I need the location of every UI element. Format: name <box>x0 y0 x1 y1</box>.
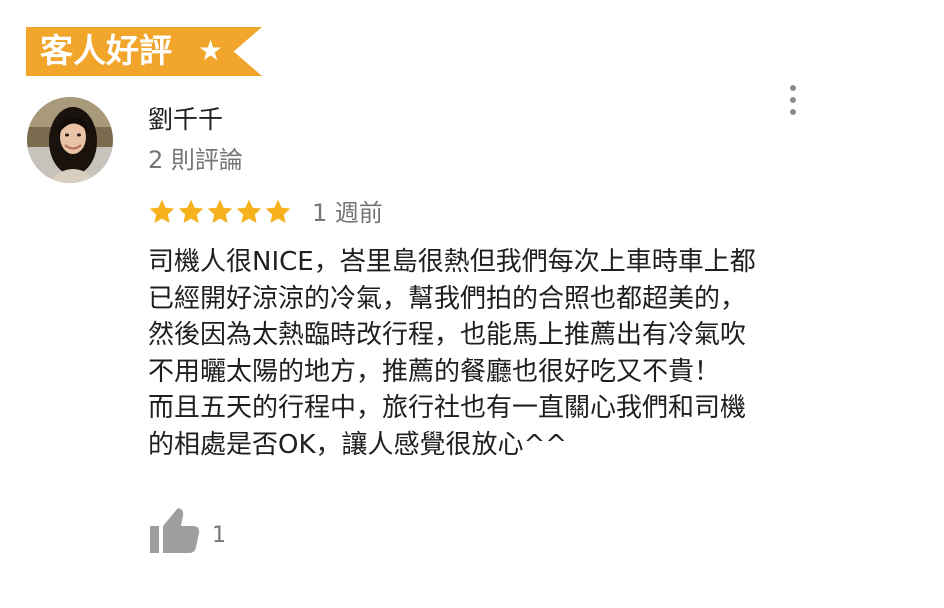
author-review-count: 2 則評論 <box>148 146 243 174</box>
review-text-line: 已經開好涼涼的冷氣，幫我們拍的合照也都超美的， <box>148 283 747 314</box>
review-text-line: 的相處是否OK，讓人感覺很放心^^ <box>148 429 568 460</box>
review-text-line: 司機人很NICE，峇里島很熱但我們每次上車時車上都 <box>148 247 756 277</box>
review-text-line: 然後因為太熱臨時改行程，也能馬上推薦出有冷氣吹 <box>148 320 747 350</box>
star-icon <box>149 199 175 223</box>
thumbs-up-icon <box>150 508 200 553</box>
like-button[interactable] <box>148 506 200 558</box>
star-icon: ★ <box>198 34 224 67</box>
star-icon <box>207 199 233 223</box>
more-vert-dot <box>790 109 796 115</box>
like-count: 1 <box>212 523 226 548</box>
reviews-banner: 客人好評 ★ <box>26 27 262 76</box>
avatar-photo <box>27 97 113 183</box>
banner-title: 客人好評 <box>40 31 172 70</box>
star-icon <box>265 199 291 223</box>
more-vert-dot <box>790 97 796 103</box>
more-vert-icon <box>790 85 796 91</box>
more-options-button[interactable] <box>780 80 806 120</box>
avatar[interactable] <box>27 97 113 183</box>
review-text-line: 不用曬太陽的地方，推薦的餐廳也很好吃又不貴！ <box>148 356 721 387</box>
author-name[interactable]: 劉千千 <box>148 105 223 135</box>
star-rating <box>148 197 292 231</box>
review-time: 1 週前 <box>312 199 383 227</box>
star-icon <box>178 199 204 223</box>
review-text: 司機人很NICE，峇里島很熱但我們每次上車時車上都 已經開好涼涼的冷氣，幫我們拍的… <box>148 244 828 463</box>
star-icon <box>236 199 262 223</box>
review-text-line: 而且五天的行程中，旅行社也有一直關心我們和司機 <box>148 393 747 423</box>
